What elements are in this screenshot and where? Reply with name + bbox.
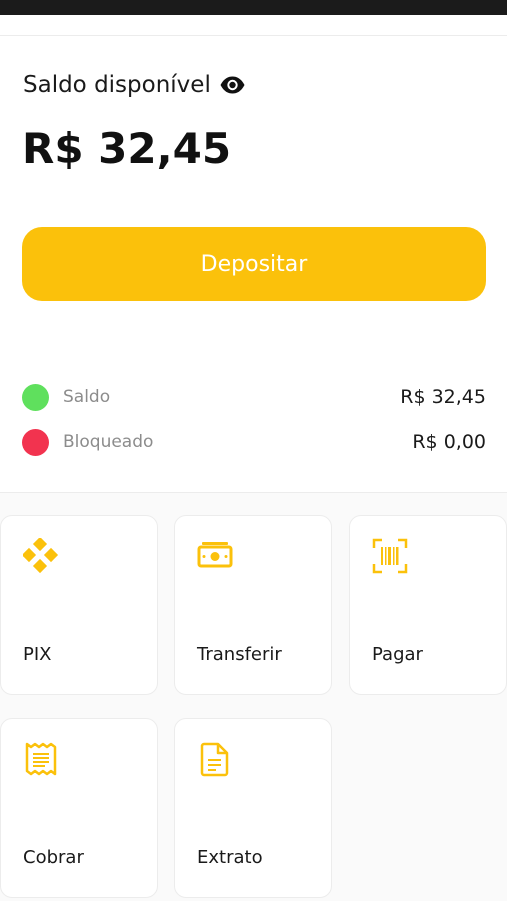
green-dot-icon (22, 383, 49, 411)
eye-icon[interactable] (219, 75, 246, 95)
action-label: Pagar (372, 644, 423, 665)
barcode-icon (372, 538, 408, 574)
pix-icon (21, 536, 59, 574)
balance-amount: R$ 32,45 (22, 124, 232, 173)
deposit-button-label: Depositar (200, 251, 308, 277)
action-tile-extrato[interactable]: Extrato (174, 718, 332, 898)
top-divider (0, 35, 507, 36)
breakdown-value: R$ 32,45 (400, 386, 486, 408)
action-tile-pix[interactable]: PIX (0, 515, 158, 695)
red-dot-icon (22, 428, 49, 456)
balance-title: Saldo disponível (23, 72, 211, 98)
document-icon (197, 741, 233, 777)
balance-header: Saldo disponível (23, 72, 246, 98)
action-label: PIX (23, 644, 52, 665)
breakdown-label: Saldo (63, 387, 111, 407)
receipt-icon (23, 741, 59, 777)
breakdown-row-bloqueado: Bloqueado R$ 0,00 (22, 428, 486, 456)
deposit-button[interactable]: Depositar (22, 227, 486, 301)
breakdown-label: Bloqueado (63, 432, 154, 452)
action-label: Cobrar (23, 847, 84, 868)
action-label: Transferir (197, 644, 282, 665)
money-icon (197, 538, 233, 574)
action-tile-cobrar[interactable]: Cobrar (0, 718, 158, 898)
status-bar (0, 0, 507, 15)
action-label: Extrato (197, 847, 263, 868)
action-tile-pagar[interactable]: Pagar (349, 515, 507, 695)
action-tile-transferir[interactable]: Transferir (174, 515, 332, 695)
breakdown-row-saldo: Saldo R$ 32,45 (22, 383, 486, 411)
breakdown-value: R$ 0,00 (412, 431, 486, 453)
